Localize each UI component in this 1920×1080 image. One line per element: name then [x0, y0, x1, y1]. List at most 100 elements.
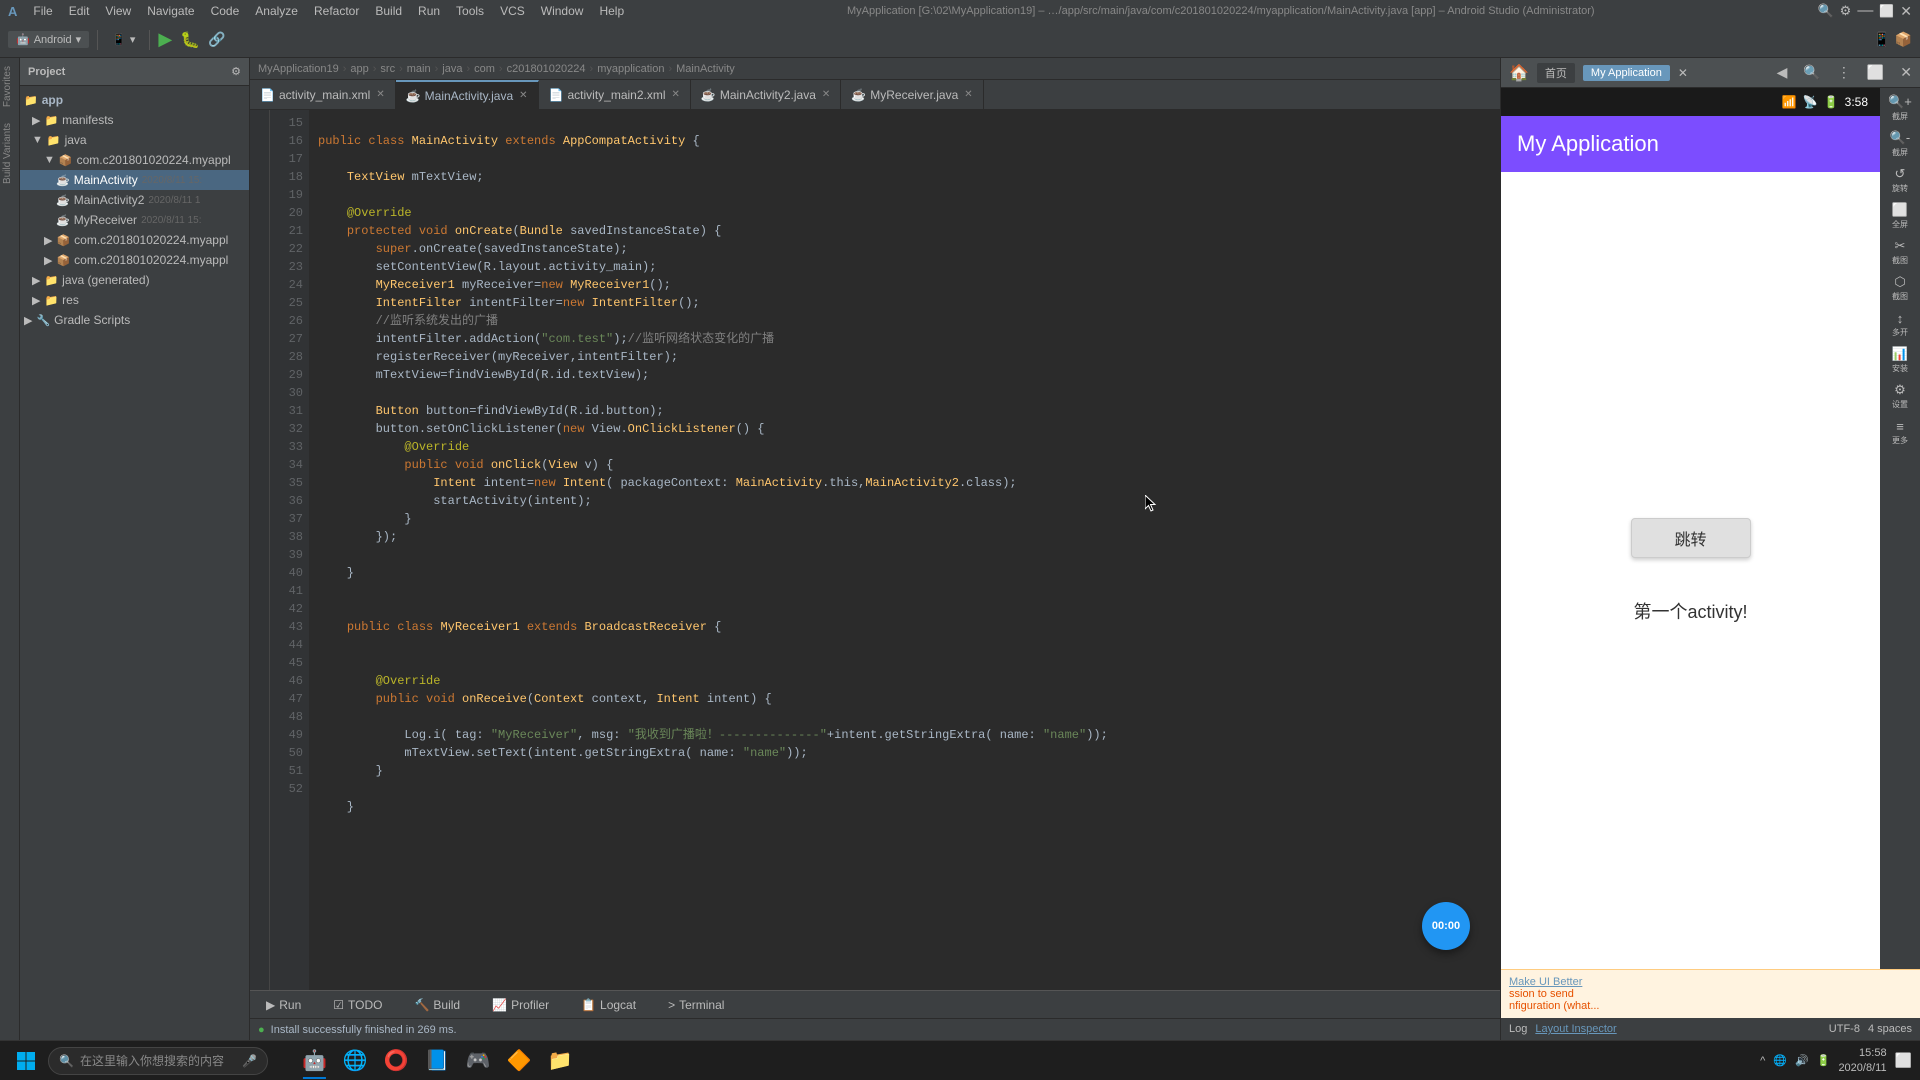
search-toolbar-icon[interactable]: 🔍	[1817, 3, 1833, 19]
breadcrumb-java[interactable]: java	[442, 63, 462, 75]
tab-myreceiver-java[interactable]: ☕ MyReceiver.java ✕	[841, 80, 983, 110]
system-clock[interactable]: 15:58 2020/8/11	[1838, 1046, 1886, 1075]
taskbar-app-app5[interactable]: 🔶	[501, 1043, 538, 1079]
emulator-tab-myapp[interactable]: My Application	[1583, 65, 1670, 81]
emu-tool-more[interactable]: ≡ 更多	[1884, 416, 1916, 448]
close-button[interactable]: ✕	[1900, 3, 1912, 20]
taskbar-search-box[interactable]: 🔍 在这里输入你想搜索的内容 🎤	[48, 1047, 268, 1075]
attach-button[interactable]: 🔗	[208, 31, 225, 48]
debug-button[interactable]: 🐛	[180, 30, 200, 50]
tab-logcat[interactable]: 📋 Logcat	[573, 996, 644, 1014]
taskbar-app-office[interactable]: 📘	[419, 1043, 456, 1079]
tab-todo[interactable]: ☑ TODO	[325, 996, 390, 1014]
jump-button[interactable]: 跳转	[1631, 518, 1751, 558]
emu-tool-multiwindow[interactable]: ↕ 多开	[1884, 308, 1916, 340]
emu-tool-fullscreen[interactable]: ⬜ 全屏	[1884, 200, 1916, 232]
emu-tool-zoom-out[interactable]: 🔍- 截屏	[1884, 128, 1916, 160]
emulator-search-icon[interactable]: 🔍	[1803, 64, 1820, 81]
emu-tool-settings[interactable]: ⚙ 设置	[1884, 380, 1916, 412]
tab-close-1[interactable]: ✕	[376, 89, 384, 100]
menu-item-vcs[interactable]: VCS	[500, 4, 525, 18]
menu-item-analyze[interactable]: Analyze	[255, 4, 298, 18]
settings-icon[interactable]: ⚙	[1840, 3, 1852, 19]
emulator-back-icon[interactable]: ◀	[1777, 64, 1788, 81]
tree-item-package1[interactable]: ▼ 📦 com.c201801020224.myappl	[20, 150, 249, 170]
menu-item-code[interactable]: Code	[211, 4, 240, 18]
tab-close-5[interactable]: ✕	[964, 89, 972, 100]
tab-activity-main2-xml[interactable]: 📄 activity_main2.xml ✕	[539, 80, 691, 110]
tree-item-manifests[interactable]: ▶ 📁 manifests	[20, 110, 249, 130]
start-button[interactable]	[8, 1043, 44, 1079]
tab-terminal[interactable]: > Terminal	[660, 996, 732, 1014]
emu-tool-rotate[interactable]: ↺ 旋转	[1884, 164, 1916, 196]
menu-item-tools[interactable]: Tools	[456, 4, 484, 18]
tree-item-java-generated[interactable]: ▶ 📁 java (generated)	[20, 270, 249, 290]
tray-chevron-icon[interactable]: ^	[1760, 1055, 1765, 1067]
menu-item-edit[interactable]: Edit	[69, 4, 90, 18]
emulator-tab-home[interactable]: 首页	[1537, 63, 1575, 83]
tab-run[interactable]: ▶ Run	[258, 996, 309, 1014]
tree-item-package3[interactable]: ▶ 📦 com.c201801020224.myappl	[20, 250, 249, 270]
tray-battery-icon[interactable]: 🔋	[1817, 1054, 1831, 1067]
menu-item-view[interactable]: View	[105, 4, 131, 18]
breadcrumb-com[interactable]: com	[474, 63, 495, 75]
breadcrumb-mainactivity[interactable]: MainActivity	[676, 63, 735, 75]
breadcrumb-src[interactable]: src	[380, 63, 395, 75]
tree-item-java[interactable]: ▼ 📁 java	[20, 130, 249, 150]
project-selector[interactable]: 🤖 Android ▾	[8, 31, 89, 48]
menu-item-navigate[interactable]: Navigate	[147, 4, 194, 18]
breadcrumb-app[interactable]: app	[350, 63, 368, 75]
taskbar-app-android-studio[interactable]: 🤖	[296, 1043, 333, 1079]
show-desktop-icon[interactable]: ⬜	[1895, 1052, 1912, 1069]
tab-profiler[interactable]: 📈 Profiler	[484, 996, 557, 1014]
menu-item-window[interactable]: Window	[541, 4, 584, 18]
avd-manager-icon[interactable]: 📱	[1873, 31, 1890, 48]
sdk-manager-icon[interactable]: 📦	[1895, 31, 1912, 48]
taskbar-app-browser[interactable]: 🌐	[337, 1043, 374, 1079]
breadcrumb-main[interactable]: main	[407, 63, 431, 75]
menu-item-run[interactable]: Run	[418, 4, 440, 18]
breadcrumb-pkg[interactable]: c201801020224	[507, 63, 586, 75]
taskbar-app-chrome[interactable]: ⭕	[378, 1043, 415, 1079]
layout-inspector-label[interactable]: Layout Inspector	[1535, 1023, 1616, 1035]
breadcrumb-myapplication[interactable]: myapplication	[597, 63, 664, 75]
tray-network-icon[interactable]: 🌐	[1773, 1054, 1787, 1067]
emu-tool-zoom-in[interactable]: 🔍+ 截屏	[1884, 92, 1916, 124]
tab-close-4[interactable]: ✕	[822, 89, 830, 100]
tree-item-gradle[interactable]: ▶ 🔧 Gradle Scripts	[20, 310, 249, 330]
device-selector[interactable]: 📱 ▾	[106, 31, 141, 48]
tab-close-2[interactable]: ✕	[519, 90, 527, 101]
emulator-zoom-icon[interactable]: ⬜	[1867, 64, 1884, 81]
emulator-menu-icon[interactable]: ⋮	[1837, 64, 1851, 81]
minimize-button[interactable]: —	[1857, 2, 1873, 20]
tab-close-3[interactable]: ✕	[672, 89, 680, 100]
tree-item-package2[interactable]: ▶ 📦 com.c201801020224.myappl	[20, 230, 249, 250]
tab-build[interactable]: 🔨 Build	[406, 996, 468, 1014]
menu-item-refactor[interactable]: Refactor	[314, 4, 359, 18]
tab-mainactivity-java[interactable]: ☕ MainActivity.java ✕	[396, 80, 539, 110]
tree-item-mainactivity2[interactable]: ☕ MainActivity2 2020/8/11 1	[20, 190, 249, 210]
emu-tool-screenshot2[interactable]: ⬡ 截图	[1884, 272, 1916, 304]
tree-item-mainactivity[interactable]: ☕ MainActivity 2020/8/11 15:	[20, 170, 249, 190]
build-variants-tab[interactable]: Build Variants	[0, 115, 19, 192]
taskbar-app-app6[interactable]: 📁	[541, 1043, 578, 1079]
sidebar-settings-icon[interactable]: ⚙	[231, 65, 241, 78]
menu-item-help[interactable]: Help	[599, 4, 624, 18]
emu-tool-screenshot[interactable]: ✂ 截图	[1884, 236, 1916, 268]
maximize-button[interactable]: ⬜	[1879, 4, 1894, 18]
emu-tool-install[interactable]: 📊 安装	[1884, 344, 1916, 376]
menu-item-file[interactable]: File	[33, 4, 52, 18]
emulator-close-icon[interactable]: ✕	[1900, 64, 1912, 81]
tree-item-myreceiver[interactable]: ☕ MyReceiver 2020/8/11 15:	[20, 210, 249, 230]
tab-mainactivity2-java[interactable]: ☕ MainActivity2.java ✕	[691, 80, 841, 110]
taskbar-app-app4[interactable]: 🎮	[460, 1043, 497, 1079]
breadcrumb-project[interactable]: MyApplication19	[258, 63, 339, 75]
tree-item-app[interactable]: 📁 app	[20, 90, 249, 110]
fab-timer[interactable]: 00:00	[1422, 902, 1470, 950]
tray-volume-icon[interactable]: 🔊	[1795, 1054, 1809, 1067]
run-button[interactable]: ▶	[158, 29, 172, 50]
emulator-tab-close[interactable]: ✕	[1678, 66, 1688, 80]
menu-item-build[interactable]: Build	[375, 4, 402, 18]
favorites-tab[interactable]: Favorites	[0, 58, 19, 115]
tree-item-res[interactable]: ▶ 📁 res	[20, 290, 249, 310]
